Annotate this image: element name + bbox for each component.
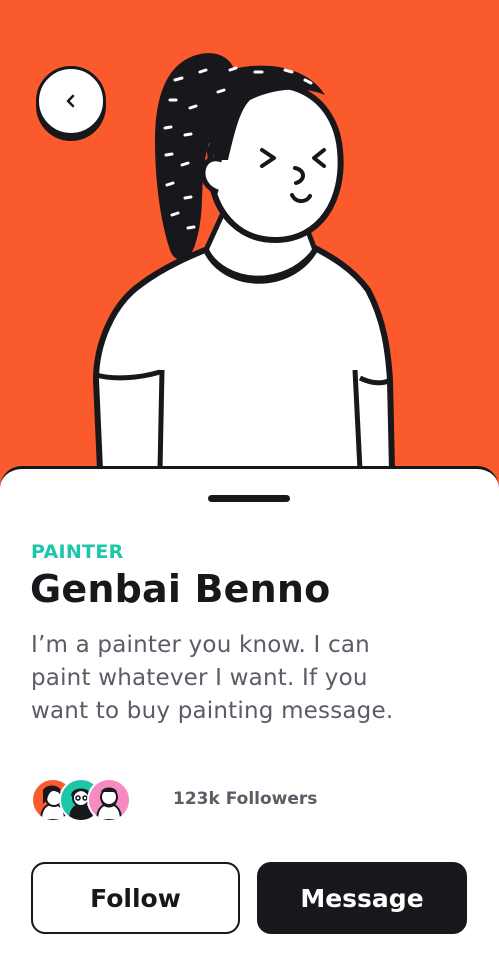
profile-role: PAINTER <box>31 541 124 563</box>
profile-name: Genbai Benno <box>30 567 331 611</box>
follow-button[interactable]: Follow <box>31 862 240 934</box>
person-icon <box>95 787 123 820</box>
follower-avatars[interactable] <box>31 778 131 822</box>
back-button[interactable] <box>36 66 106 136</box>
followers-count[interactable]: 123k Followers <box>173 789 317 809</box>
sheet-handle[interactable] <box>208 495 290 502</box>
profile-bio: I’m a painter you know. I can paint what… <box>31 632 394 724</box>
profile-sheet: PAINTER Genbai Benno I’m a painter you k… <box>0 466 499 965</box>
chevron-left-icon <box>66 94 75 108</box>
profile-screen: PAINTER Genbai Benno I’m a painter you k… <box>0 0 499 965</box>
follower-avatar <box>87 778 131 822</box>
message-button[interactable]: Message <box>257 862 467 934</box>
